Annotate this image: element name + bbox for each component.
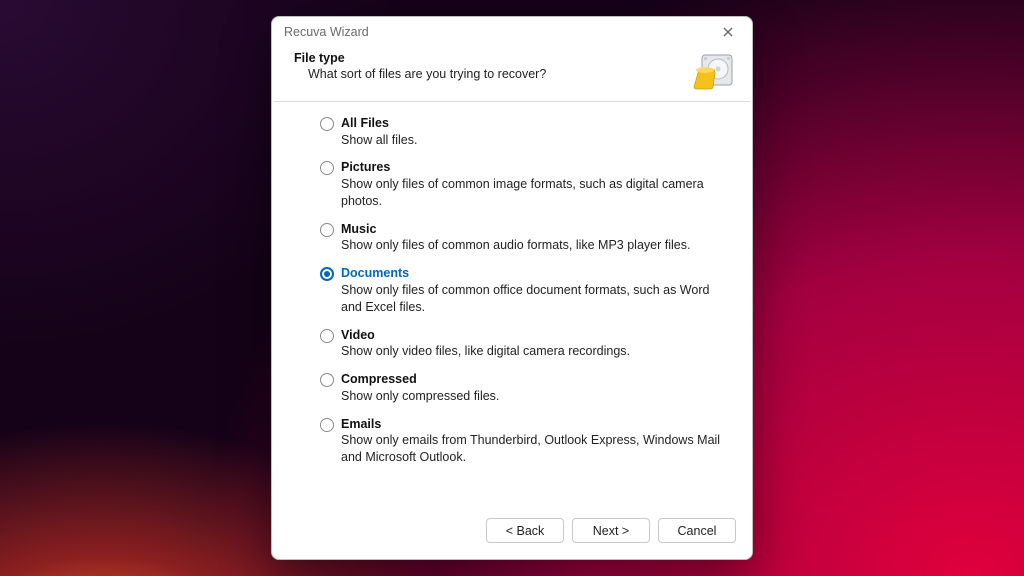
option-all[interactable]: All FilesShow all files. [320, 116, 730, 149]
page-subtitle: What sort of files are you trying to rec… [308, 67, 546, 81]
option-emails[interactable]: EmailsShow only emails from Thunderbird,… [320, 417, 730, 466]
wizard-dialog: Recuva Wizard File type What sort of fil… [271, 16, 753, 560]
option-label: Video [341, 328, 630, 344]
option-video[interactable]: VideoShow only video files, like digital… [320, 328, 730, 361]
option-text: EmailsShow only emails from Thunderbird,… [341, 417, 730, 466]
back-button[interactable]: < Back [486, 518, 564, 543]
cancel-button[interactable]: Cancel [658, 518, 736, 543]
option-text: DocumentsShow only files of common offic… [341, 266, 730, 315]
option-label: Music [341, 222, 690, 238]
titlebar: Recuva Wizard [272, 17, 752, 47]
footer: < Back Next > Cancel [272, 504, 752, 559]
radio-all[interactable] [320, 117, 334, 131]
window-title: Recuva Wizard [284, 25, 369, 39]
radio-video[interactable] [320, 329, 334, 343]
next-button[interactable]: Next > [572, 518, 650, 543]
option-text: MusicShow only files of common audio for… [341, 222, 690, 255]
close-icon [723, 27, 733, 37]
option-text: All FilesShow all files. [341, 116, 417, 149]
option-label: Compressed [341, 372, 499, 388]
header: File type What sort of files are you try… [272, 47, 752, 101]
option-description: Show all files. [341, 132, 417, 149]
radio-compressed[interactable] [320, 373, 334, 387]
radio-documents[interactable] [320, 267, 334, 281]
option-description: Show only emails from Thunderbird, Outlo… [341, 432, 730, 466]
option-label: Documents [341, 266, 730, 282]
option-description: Show only files of common office documen… [341, 282, 730, 316]
page-title: File type [294, 51, 546, 65]
option-label: Pictures [341, 160, 730, 176]
radio-emails[interactable] [320, 418, 334, 432]
option-compressed[interactable]: CompressedShow only compressed files. [320, 372, 730, 405]
header-text: File type What sort of files are you try… [294, 51, 546, 81]
option-label: All Files [341, 116, 417, 132]
option-music[interactable]: MusicShow only files of common audio for… [320, 222, 730, 255]
close-button[interactable] [712, 20, 744, 44]
radio-pictures[interactable] [320, 161, 334, 175]
radio-music[interactable] [320, 223, 334, 237]
options-list: All FilesShow all files.PicturesShow onl… [272, 102, 752, 474]
option-label: Emails [341, 417, 730, 433]
option-description: Show only compressed files. [341, 388, 499, 405]
option-description: Show only video files, like digital came… [341, 343, 630, 360]
option-text: VideoShow only video files, like digital… [341, 328, 630, 361]
hard-drive-recovery-icon [688, 51, 736, 91]
option-description: Show only files of common image formats,… [341, 176, 730, 210]
option-text: CompressedShow only compressed files. [341, 372, 499, 405]
option-description: Show only files of common audio formats,… [341, 237, 690, 254]
option-pictures[interactable]: PicturesShow only files of common image … [320, 160, 730, 209]
option-documents[interactable]: DocumentsShow only files of common offic… [320, 266, 730, 315]
option-text: PicturesShow only files of common image … [341, 160, 730, 209]
